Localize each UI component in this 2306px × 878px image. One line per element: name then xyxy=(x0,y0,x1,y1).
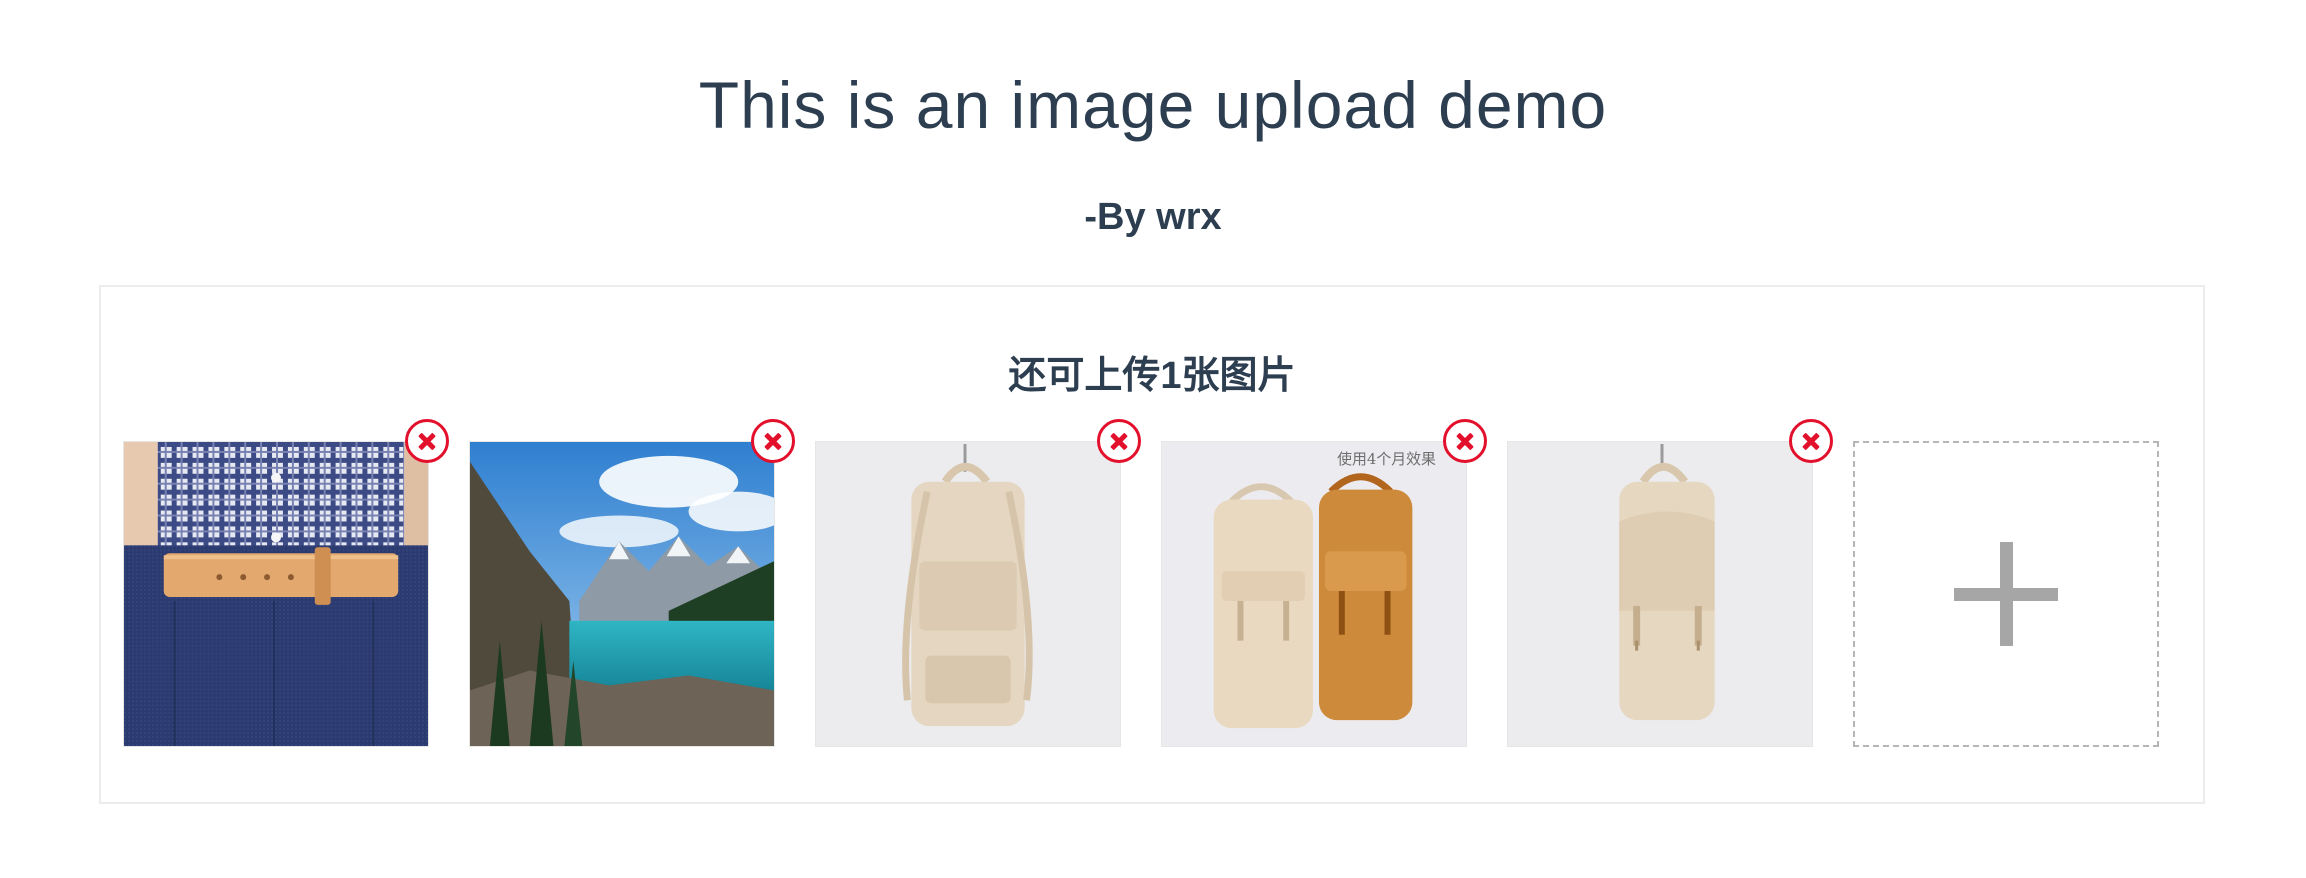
uploaded-image-3[interactable] xyxy=(815,441,1121,747)
uploaded-image-1[interactable] xyxy=(123,441,429,747)
close-icon[interactable] xyxy=(751,419,795,463)
photo-caption-text: 使用4个月效果 xyxy=(1337,450,1436,468)
close-icon[interactable] xyxy=(1443,419,1487,463)
page-title: This is an image upload demo xyxy=(698,68,1608,142)
close-icon[interactable] xyxy=(1097,419,1141,463)
beige-backpack-back-photo xyxy=(816,442,1120,746)
beige-backpack-front-photo xyxy=(1508,442,1812,746)
close-icon[interactable] xyxy=(405,419,449,463)
remaining-count-text: 还可上传1张图片 xyxy=(1008,355,1296,397)
close-icon[interactable] xyxy=(1789,419,1833,463)
mountain-lake-photo xyxy=(470,442,774,746)
uploaded-image-5[interactable] xyxy=(1507,441,1813,747)
upload-demo-page: This is an image upload demo -By wrx 还可上… xyxy=(0,0,2306,878)
plaid-shirt-belt-photo xyxy=(124,442,428,746)
add-image-button[interactable] xyxy=(1853,441,2159,747)
plus-icon xyxy=(1954,542,2058,646)
uploaded-image-2[interactable] xyxy=(469,441,775,747)
upload-panel: 还可上传1张图片 使用4个月效果 xyxy=(99,285,2205,804)
uploaded-image-4[interactable]: 使用4个月效果 xyxy=(1161,441,1467,747)
author-byline: -By wrx xyxy=(1084,196,1222,238)
two-backpacks-photo: 使用4个月效果 xyxy=(1162,442,1466,746)
